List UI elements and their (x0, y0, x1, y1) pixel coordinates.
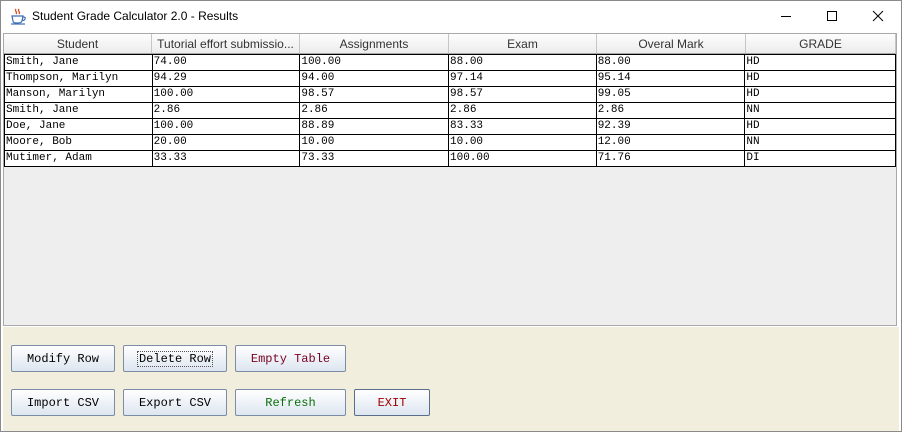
close-icon (872, 7, 884, 26)
button-panel: Modify Row Delete Row Empty Table Import… (3, 327, 899, 431)
cell-student[interactable]: Thompson, Marilyn (5, 71, 153, 86)
title-bar[interactable]: Student Grade Calculator 2.0 - Results (1, 1, 901, 32)
cell-exam[interactable]: 2.86 (449, 103, 597, 118)
table-header: Student Tutorial effort submissio... Ass… (4, 34, 896, 54)
column-header-student[interactable]: Student (4, 34, 152, 54)
java-cup-icon (10, 8, 26, 25)
column-header-tutorial[interactable]: Tutorial effort submissio... (152, 34, 300, 54)
window-title: Student Grade Calculator 2.0 - Results (32, 9, 239, 23)
cell-tutorial[interactable]: 100.00 (153, 87, 301, 102)
import-csv-label: Import CSV (26, 395, 99, 410)
cell-assignments[interactable]: 94.00 (300, 71, 450, 86)
cell-overall-mark[interactable]: 92.39 (597, 119, 746, 134)
cell-assignments[interactable]: 73.33 (300, 151, 450, 166)
empty-table-button[interactable]: Empty Table (235, 345, 346, 372)
column-header-overall-mark[interactable]: Overal Mark (597, 34, 746, 54)
table-row[interactable]: Smith, Jane 2.86 2.86 2.86 2.86 NN (5, 103, 895, 119)
cell-assignments[interactable]: 10.00 (300, 135, 450, 150)
column-header-assignments[interactable]: Assignments (300, 34, 449, 54)
empty-table-label: Empty Table (250, 351, 331, 366)
table-row[interactable]: Doe, Jane 100.00 88.89 83.33 92.39 HD (5, 119, 895, 135)
table-row[interactable]: Moore, Bob 20.00 10.00 10.00 12.00 NN (5, 135, 895, 151)
cell-tutorial[interactable]: 2.86 (153, 103, 301, 118)
minimize-button[interactable] (763, 1, 809, 32)
cell-grade[interactable]: NN (745, 135, 895, 150)
results-table[interactable]: Student Tutorial effort submissio... Ass… (3, 33, 897, 326)
table-row[interactable]: Mutimer, Adam 33.33 73.33 100.00 71.76 D… (5, 151, 895, 167)
table-row[interactable]: Thompson, Marilyn 94.29 94.00 97.14 95.1… (5, 71, 895, 87)
minimize-icon (780, 7, 792, 26)
cell-overall-mark[interactable]: 99.05 (597, 87, 746, 102)
exit-label: EXIT (377, 395, 407, 410)
cell-overall-mark[interactable]: 12.00 (597, 135, 746, 150)
cell-grade[interactable]: DI (745, 151, 895, 166)
cell-grade[interactable]: HD (745, 87, 895, 102)
cell-tutorial[interactable]: 20.00 (153, 135, 301, 150)
cell-assignments[interactable]: 98.57 (300, 87, 450, 102)
cell-grade[interactable]: HD (745, 119, 895, 134)
cell-tutorial[interactable]: 33.33 (153, 151, 301, 166)
table-row[interactable]: Manson, Marilyn 100.00 98.57 98.57 99.05… (5, 87, 895, 103)
import-csv-button[interactable]: Import CSV (11, 389, 115, 416)
table-body: Smith, Jane 74.00 100.00 88.00 88.00 HD … (4, 54, 896, 167)
cell-student[interactable]: Smith, Jane (5, 55, 153, 70)
cell-grade[interactable]: NN (745, 103, 895, 118)
delete-row-label: Delete Row (136, 350, 214, 367)
cell-overall-mark[interactable]: 2.86 (597, 103, 746, 118)
maximize-icon (826, 7, 838, 26)
modify-row-button[interactable]: Modify Row (11, 345, 115, 372)
cell-exam[interactable]: 100.00 (449, 151, 597, 166)
column-header-exam[interactable]: Exam (449, 34, 597, 54)
app-window: Student Grade Calculator 2.0 - Results S… (0, 0, 902, 432)
cell-assignments[interactable]: 100.00 (300, 55, 450, 70)
cell-tutorial[interactable]: 94.29 (153, 71, 301, 86)
cell-exam[interactable]: 98.57 (449, 87, 597, 102)
cell-overall-mark[interactable]: 88.00 (597, 55, 746, 70)
exit-button[interactable]: EXIT (354, 389, 430, 416)
modify-row-label: Modify Row (26, 351, 99, 366)
refresh-label: Refresh (265, 395, 316, 410)
cell-tutorial[interactable]: 100.00 (153, 119, 301, 134)
close-window-button[interactable] (855, 1, 901, 32)
delete-row-button[interactable]: Delete Row (123, 345, 227, 372)
column-header-grade[interactable]: GRADE (746, 34, 896, 54)
cell-grade[interactable]: HD (745, 55, 895, 70)
export-csv-label: Export CSV (138, 395, 211, 410)
cell-exam[interactable]: 10.00 (449, 135, 597, 150)
cell-overall-mark[interactable]: 95.14 (597, 71, 746, 86)
cell-exam[interactable]: 97.14 (449, 71, 597, 86)
cell-student[interactable]: Mutimer, Adam (5, 151, 153, 166)
cell-exam[interactable]: 88.00 (449, 55, 597, 70)
cell-student[interactable]: Manson, Marilyn (5, 87, 153, 102)
refresh-button[interactable]: Refresh (235, 389, 346, 416)
cell-tutorial[interactable]: 74.00 (153, 55, 301, 70)
cell-exam[interactable]: 83.33 (449, 119, 597, 134)
export-csv-button[interactable]: Export CSV (123, 389, 227, 416)
cell-grade[interactable]: HD (745, 71, 895, 86)
maximize-button[interactable] (809, 1, 855, 32)
cell-overall-mark[interactable]: 71.76 (597, 151, 746, 166)
table-row[interactable]: Smith, Jane 74.00 100.00 88.00 88.00 HD (5, 55, 895, 71)
cell-assignments[interactable]: 88.89 (300, 119, 450, 134)
cell-assignments[interactable]: 2.86 (300, 103, 450, 118)
cell-student[interactable]: Smith, Jane (5, 103, 153, 118)
cell-student[interactable]: Doe, Jane (5, 119, 153, 134)
cell-student[interactable]: Moore, Bob (5, 135, 153, 150)
